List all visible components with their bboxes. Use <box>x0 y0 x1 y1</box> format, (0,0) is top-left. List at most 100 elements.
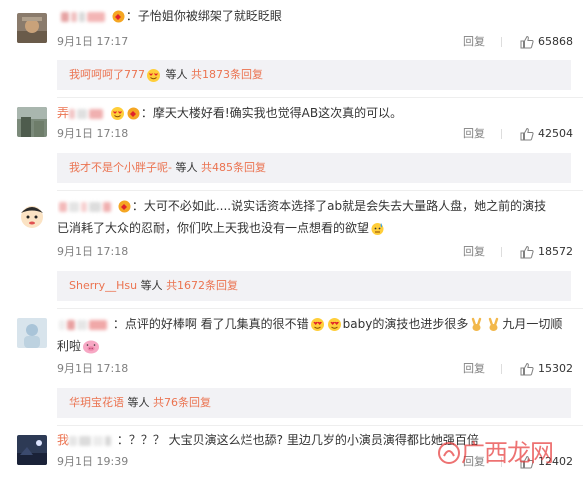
reply-button[interactable]: 回复 <box>463 125 485 143</box>
reply-summary-bar[interactable]: 华玥宝花语 等人 共76条回复 <box>57 388 571 418</box>
separator <box>501 37 502 47</box>
comment-body: 弄 ：摩天大楼好看!确实我也觉得AB这次真的可以。 <box>57 106 403 120</box>
thumbs-up-icon <box>520 245 534 259</box>
like-button[interactable]: 42504 <box>520 125 573 143</box>
comment-text-line2: 利啦 <box>57 339 82 353</box>
username-blurred[interactable] <box>59 319 65 330</box>
like-button[interactable]: 12402 <box>520 453 573 471</box>
replier-name[interactable]: 我呵呵呵了777 <box>69 68 145 81</box>
comment-text-line1: 大可不必如此....说实话资本选择了ab就是会失去大量路人盘，她之前的演技 <box>143 199 547 213</box>
total-replies-link[interactable]: 共1873条回复 <box>191 68 263 81</box>
comment-text-line1-b: baby的演技也进步很多 <box>342 317 469 331</box>
comment-body: ：点评的好棒啊 看了几集真的很不错 baby的演技也进步很多 九月一切顺 <box>57 314 571 335</box>
avatar[interactable] <box>17 13 47 43</box>
separator <box>501 129 502 139</box>
victory-hand-icon <box>472 317 482 331</box>
avatar[interactable] <box>17 435 47 465</box>
username-blurred[interactable] <box>59 201 67 212</box>
replier-name[interactable]: 我才不是个小胖子呢- <box>69 161 172 174</box>
like-button[interactable]: 18572 <box>520 243 573 261</box>
victory-hand-icon <box>489 317 499 331</box>
comment-text: 摩天大楼好看!确实我也觉得AB这次真的可以。 <box>152 106 403 120</box>
reply-middle-text: 等人 <box>140 279 163 292</box>
separator <box>501 247 502 257</box>
username-blurred[interactable] <box>87 11 105 22</box>
username-blurred[interactable] <box>93 435 104 446</box>
replier-name[interactable]: 华玥宝花语 <box>69 396 124 409</box>
username-blurred[interactable] <box>69 201 79 212</box>
username-blurred[interactable] <box>103 201 111 212</box>
timestamp: 9月1日 17:18 <box>57 127 129 140</box>
like-count: 65868 <box>538 35 573 48</box>
like-button[interactable]: 15302 <box>520 360 573 378</box>
pig-face-icon <box>83 340 100 354</box>
like-count: 15302 <box>538 362 573 375</box>
username-blurred[interactable] <box>79 11 85 22</box>
timestamp: 9月1日 19:39 <box>57 455 129 468</box>
total-replies-link[interactable]: 共485条回复 <box>201 161 266 174</box>
username-blurred[interactable] <box>89 108 104 119</box>
reply-summary-bar[interactable]: Sherry__Hsu 等人 共1672条回复 <box>57 271 571 301</box>
vip-badge-icon <box>118 200 131 213</box>
username-blurred[interactable] <box>61 11 69 22</box>
comment-body-line2: 利啦 <box>57 336 571 357</box>
emoji-icon <box>110 107 124 120</box>
comment-text-line2: 已消耗了大众的忍耐，你们吹上天我也没有一点想看的欲望 <box>57 221 370 235</box>
like-count: 12402 <box>538 455 573 468</box>
divider <box>57 425 583 426</box>
reply-summary-bar[interactable]: 我呵呵呵了777 等人 共1873条回复 <box>57 60 571 90</box>
username-blurred[interactable] <box>69 108 76 119</box>
comment-text-line1-a: 点评的好棒啊 看了几集真的很不错 <box>124 317 309 331</box>
emoji-icon <box>147 68 160 82</box>
avatar[interactable] <box>17 107 47 137</box>
thumbs-up-icon <box>520 455 534 469</box>
total-replies-link[interactable]: 共1672条回复 <box>166 279 238 292</box>
comment-text-line1-c: 九月一切顺 <box>502 317 563 331</box>
avatar[interactable] <box>17 318 47 348</box>
reply-button[interactable]: 回复 <box>463 360 485 378</box>
divider <box>57 97 583 98</box>
separator <box>501 457 502 467</box>
comment-text: ？？？ 大宝贝演这么烂也舔? 里边几岁的小演员演得都比她强百倍 <box>128 433 479 447</box>
reply-button[interactable]: 回复 <box>463 33 485 51</box>
author-initial[interactable]: 我 <box>57 433 69 447</box>
avatar[interactable] <box>17 200 47 230</box>
reply-middle-text: 等人 <box>175 161 198 174</box>
separator <box>501 364 502 374</box>
username-blurred[interactable] <box>81 201 87 212</box>
username-blurred[interactable] <box>69 435 78 446</box>
author-initial[interactable]: 弄 <box>57 106 69 120</box>
username-blurred[interactable] <box>77 108 88 119</box>
username-blurred[interactable] <box>89 319 107 330</box>
like-button[interactable]: 65868 <box>520 33 573 51</box>
like-count: 18572 <box>538 245 573 258</box>
username-blurred[interactable] <box>77 319 87 330</box>
reply-middle-text: 等人 <box>165 68 188 81</box>
comment-text: 子怡姐你被绑架了就眨眨眼 <box>137 9 282 23</box>
username-blurred[interactable] <box>71 11 77 22</box>
username-blurred[interactable] <box>105 435 112 446</box>
timestamp: 9月1日 17:17 <box>57 35 129 48</box>
username-blurred[interactable] <box>89 201 101 212</box>
username-blurred[interactable] <box>67 319 75 330</box>
comment-meta: 9月1日 17:18 回复 42504 <box>57 125 573 143</box>
reply-middle-text: 等人 <box>127 396 150 409</box>
sweat-emoji-icon <box>371 223 384 235</box>
timestamp: 9月1日 17:18 <box>57 245 129 258</box>
comment-meta: 9月1日 19:39 回复 12402 <box>57 453 573 471</box>
total-replies-link[interactable]: 共76条回复 <box>153 396 211 409</box>
like-count: 42504 <box>538 127 573 140</box>
comment-body: 我 ：？？？ 大宝贝演这么烂也舔? 里边几岁的小演员演得都比她强百倍 <box>57 433 479 447</box>
heart-eyes-emoji-icon <box>310 318 324 331</box>
thumbs-up-icon <box>520 127 534 141</box>
comment-meta: 9月1日 17:17 回复 65868 <box>57 33 573 51</box>
comment-body: ：子怡姐你被绑架了就眨眨眼 <box>57 6 571 27</box>
reply-button[interactable]: 回复 <box>463 453 485 471</box>
comment-meta: 9月1日 17:18 回复 18572 <box>57 243 573 261</box>
comment-body-line2: 已消耗了大众的忍耐，你们吹上天我也没有一点想看的欲望 <box>57 218 571 239</box>
replier-name[interactable]: Sherry__Hsu <box>69 279 137 292</box>
vip-badge-icon <box>112 10 125 23</box>
reply-summary-bar[interactable]: 我才不是个小胖子呢- 等人 共485条回复 <box>57 153 571 183</box>
username-blurred[interactable] <box>79 435 92 446</box>
reply-button[interactable]: 回复 <box>463 243 485 261</box>
